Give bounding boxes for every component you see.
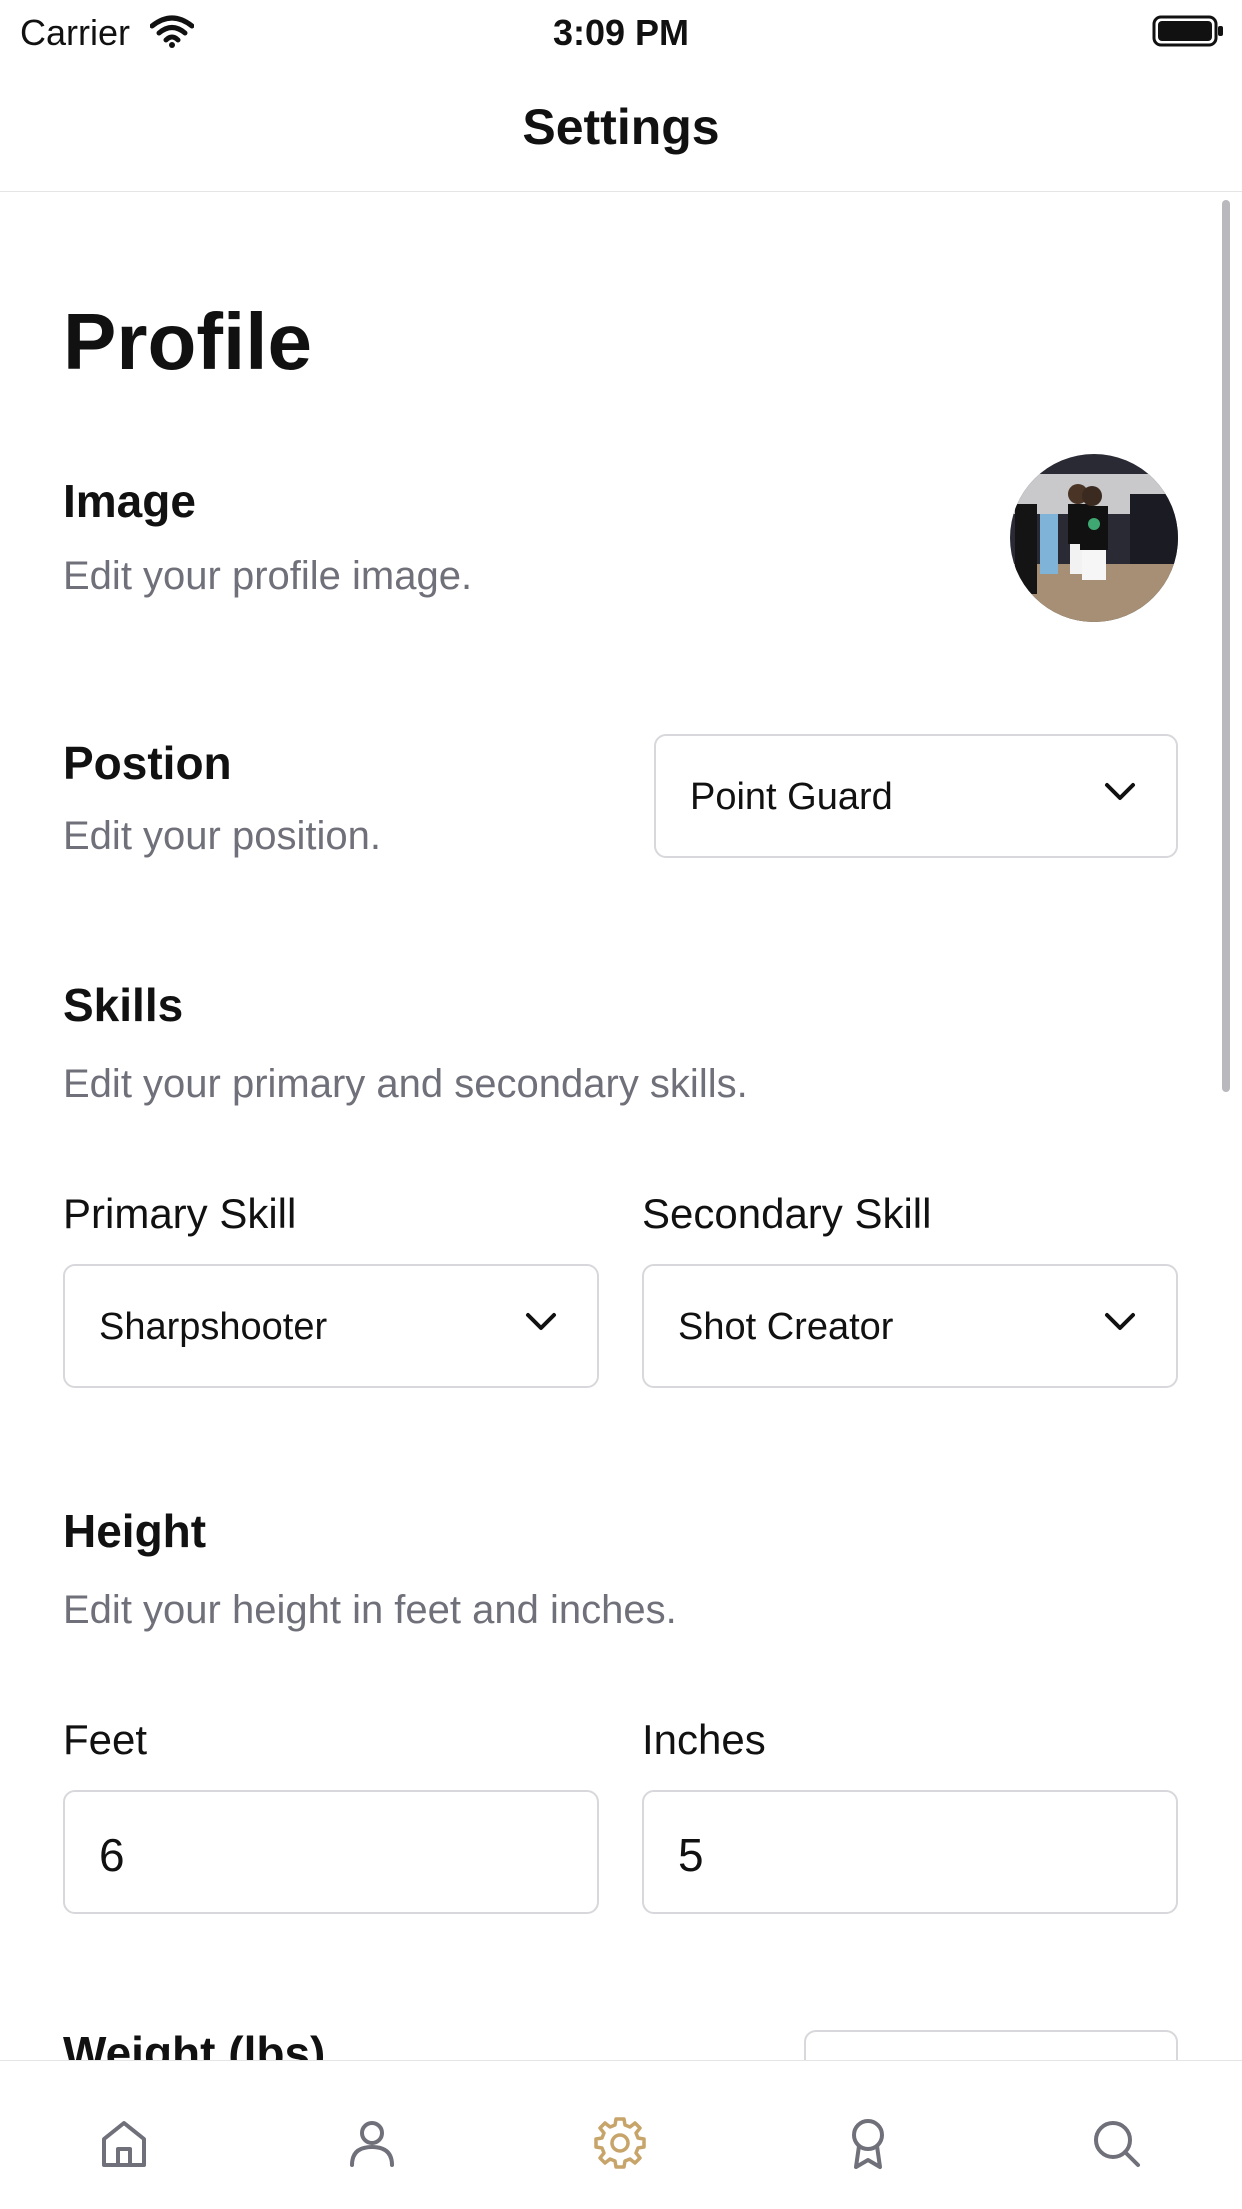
search-icon [1094, 2121, 1140, 2167]
height-section-desc: Edit your height in feet and inches. [63, 1588, 677, 1632]
primary-skill-label: Primary Skill [63, 1190, 297, 1237]
tab-bar [0, 2060, 1242, 2209]
secondary-skill-select[interactable]: Shot Creator [642, 1264, 1178, 1388]
primary-skill-value: Sharpshooter [99, 1306, 328, 1348]
inches-input-value: 5 [678, 1829, 704, 1881]
tab-settings[interactable] [496, 2061, 744, 2209]
tab-profile[interactable] [248, 2061, 496, 2209]
page-title: Settings [522, 99, 720, 155]
primary-skill-select[interactable]: Sharpshooter [63, 1264, 599, 1388]
home-icon [102, 2121, 146, 2167]
status-time: 3:09 PM [552, 12, 690, 53]
person-icon [350, 2121, 394, 2167]
feet-label: Feet [63, 1716, 148, 1763]
avatar[interactable] [1010, 454, 1178, 622]
skills-section-title: Skills [63, 979, 184, 1031]
award-icon [852, 2119, 884, 2169]
secondary-skill-value: Shot Creator [678, 1306, 894, 1348]
tab-awards[interactable] [744, 2061, 992, 2209]
inches-input[interactable]: 5 [642, 1790, 1178, 1914]
image-section-title: Image [63, 475, 196, 527]
tab-search[interactable] [992, 2061, 1240, 2209]
weight-input[interactable] [804, 2030, 1178, 2060]
feet-input[interactable]: 6 [63, 1790, 599, 1914]
battery-icon [1152, 14, 1226, 53]
skills-section-desc: Edit your primary and secondary skills. [63, 1062, 748, 1106]
position-section-title: Postion [63, 737, 232, 789]
scrollbar[interactable] [1222, 200, 1230, 1092]
height-section-title: Height [63, 1505, 207, 1557]
position-select-value: Point Guard [690, 776, 893, 818]
status-bar: Carrier 3:09 PM [0, 0, 1242, 62]
feet-input-value: 6 [99, 1829, 125, 1881]
position-select[interactable]: Point Guard [654, 734, 1178, 858]
position-section-desc: Edit your position. [63, 814, 381, 858]
gear-icon [594, 2117, 646, 2169]
chevron-down-icon [1104, 782, 1136, 807]
profile-heading: Profile [63, 297, 312, 386]
image-section-desc: Edit your profile image. [63, 554, 473, 598]
chevron-down-icon [525, 1312, 557, 1337]
weight-section-title: Weight (lbs) [63, 2027, 326, 2060]
navigation-bar: Settings [0, 62, 1242, 192]
chevron-down-icon [1104, 1312, 1136, 1337]
inches-label: Inches [642, 1716, 766, 1763]
tab-home[interactable] [0, 2061, 248, 2209]
settings-content[interactable]: Profile Image Edit your profile image. P… [0, 192, 1242, 2060]
secondary-skill-label: Secondary Skill [642, 1190, 932, 1237]
